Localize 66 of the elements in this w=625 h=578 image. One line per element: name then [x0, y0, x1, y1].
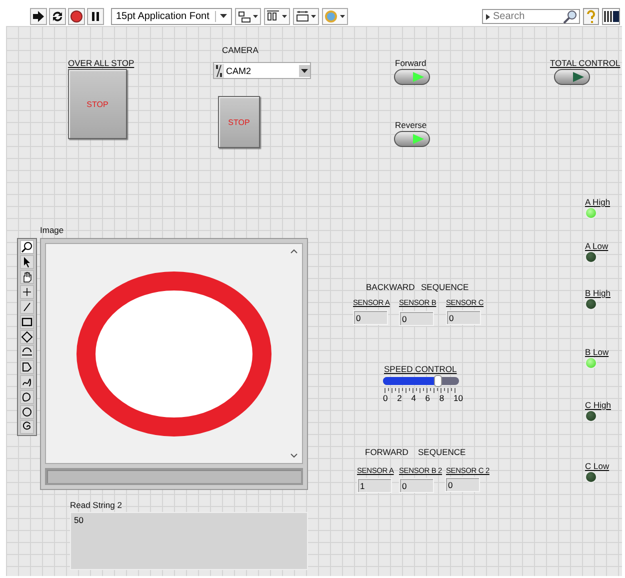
numeric-indicator: 0: [446, 310, 481, 325]
scroll-down-icon[interactable]: [290, 453, 298, 459]
rectangle-tool-icon[interactable]: [20, 315, 34, 329]
control-label: B Low: [585, 347, 609, 357]
toggle-switch[interactable]: [394, 69, 430, 85]
control-label: Image: [40, 225, 64, 235]
numeric-indicator: 0: [399, 478, 434, 493]
annulus-tool-icon[interactable]: [20, 345, 34, 359]
abort-stop-icon[interactable]: [68, 8, 85, 24]
reorder-icon[interactable]: [325, 10, 346, 22]
control-label: FORWARD: [365, 447, 408, 457]
toggle-switch[interactable]: [554, 69, 590, 85]
arrow-icon: [485, 12, 491, 20]
pause-icon[interactable]: [87, 8, 104, 24]
control-label: Read String 2: [70, 500, 122, 510]
scroll-up-icon[interactable]: [290, 248, 298, 254]
control-label: SPEED CONTROL: [384, 364, 457, 374]
search-field[interactable]: Search: [482, 8, 580, 24]
control-label: BACKWARD: [366, 282, 415, 292]
control-label: CAMERA: [222, 45, 258, 55]
run-continuously-icon[interactable]: [49, 8, 66, 24]
polygon-tool-icon[interactable]: [20, 360, 34, 374]
scale-label: 2: [397, 393, 402, 403]
string-indicator: 50: [70, 512, 308, 570]
search-icon[interactable]: [563, 10, 577, 24]
numeric-indicator: 0: [445, 477, 480, 492]
control-label: B High: [585, 288, 611, 298]
caret-icon: [220, 14, 228, 18]
hand-tool-icon[interactable]: [20, 270, 34, 284]
scale-label: 4: [411, 393, 416, 403]
zoom-tool-icon[interactable]: [20, 240, 34, 254]
scale-label: 8: [439, 393, 444, 403]
toggle-switch[interactable]: [394, 131, 430, 147]
pointer-tool-icon[interactable]: [20, 255, 34, 269]
numeric-indicator: 1: [357, 478, 392, 493]
context-help-icon[interactable]: [602, 8, 620, 24]
control-label: SEQUENCE: [418, 447, 466, 457]
numeric-indicator: 0: [353, 310, 388, 325]
scale-label: 6: [425, 393, 430, 403]
oval-tool-icon[interactable]: [20, 405, 34, 419]
control-label: A High: [585, 197, 610, 207]
increment-icon[interactable]: [214, 64, 224, 78]
camera-dropdown[interactable]: CAM2: [213, 62, 311, 79]
scale-label: 0: [383, 393, 388, 403]
control-label: C Low: [585, 461, 610, 471]
control-label: A Low: [585, 241, 608, 251]
scale-label: 10: [453, 393, 463, 403]
spiral-tool-icon[interactable]: [20, 420, 34, 434]
control-label: SEQUENCE: [421, 282, 469, 292]
slider-thumb[interactable]: [434, 375, 442, 387]
freehand-region-tool-icon[interactable]: [20, 390, 34, 404]
distribute-objects-icon[interactable]: [267, 10, 288, 22]
align-objects-icon[interactable]: [238, 10, 258, 22]
control-label: Reverse: [395, 120, 427, 130]
control-label: Forward: [395, 58, 426, 68]
resize-objects-icon[interactable]: [296, 10, 316, 22]
numeric-indicator: 0: [399, 311, 434, 326]
freehand-tool-icon[interactable]: [20, 375, 34, 389]
font-dropdown[interactable]: 15pt Application Font: [111, 8, 232, 24]
crosshair-tool-icon[interactable]: [20, 285, 34, 299]
line-tool-icon[interactable]: [20, 300, 34, 314]
control-label: TOTAL CONTROL: [550, 58, 620, 68]
diamond-tool-icon[interactable]: [20, 330, 34, 344]
control-label: C High: [585, 400, 611, 410]
control-label: OVER ALL STOP: [68, 58, 134, 68]
run-arrow-icon[interactable]: [30, 8, 47, 24]
